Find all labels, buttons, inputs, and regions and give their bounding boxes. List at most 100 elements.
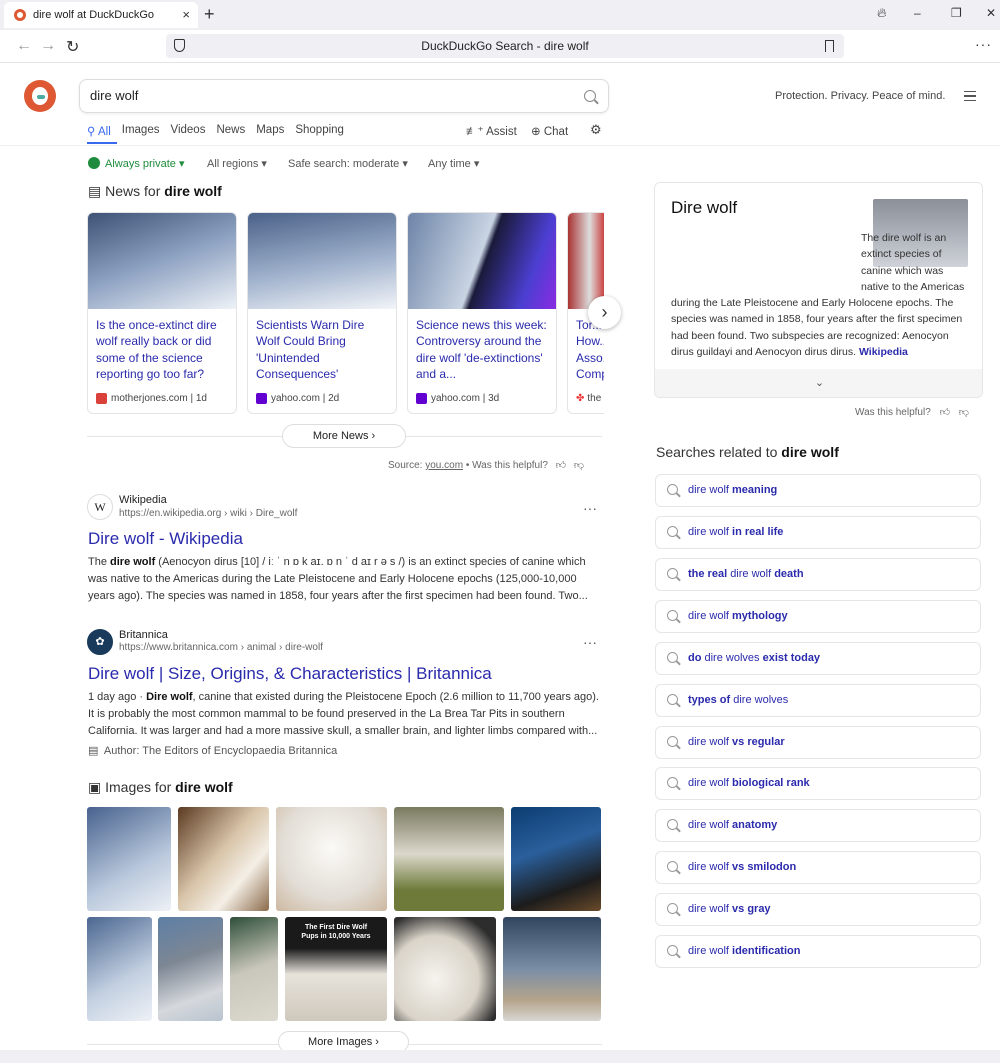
news-title[interactable]: Is the once-extinct dire wolf really bac… <box>88 309 236 382</box>
close-window-button[interactable]: ✕ <box>986 6 996 20</box>
tab-images[interactable]: Images <box>122 124 160 138</box>
news-card[interactable]: Is the once-extinct dire wolf really bac… <box>87 212 237 414</box>
new-tab-button[interactable]: + <box>204 4 215 25</box>
image-thumbnail[interactable] <box>87 807 171 911</box>
wikipedia-icon: W <box>87 494 113 520</box>
hamburger-menu-icon[interactable] <box>964 91 976 101</box>
related-search-item[interactable]: dire wolf biological rank <box>655 767 981 800</box>
settings-gear-icon[interactable]: ⚙ <box>590 122 602 138</box>
related-search-item[interactable]: dire wolf vs smilodon <box>655 851 981 884</box>
always-private-filter[interactable]: Always private ▾ <box>88 157 185 170</box>
yahoo-icon <box>416 393 427 404</box>
newspaper-icon: ▤ <box>88 183 106 199</box>
related-search-item[interactable]: dire wolf in real life <box>655 516 981 549</box>
address-bar[interactable]: DuckDuckGo Search - dire wolf <box>166 34 844 58</box>
search-small-icon: ⚲ <box>87 126 98 138</box>
news-source-note: Source: you.com • Was this helpful? 👍︎ 👎… <box>388 460 585 471</box>
fire-icon[interactable]: 🔥︎ <box>877 5 887 21</box>
window-bottom-edge <box>0 1050 1000 1063</box>
source-link[interactable]: you.com <box>425 460 463 471</box>
image-thumbnail[interactable] <box>87 917 152 1021</box>
related-searches-heading: Searches related to dire wolf <box>656 444 839 460</box>
check-circle-icon <box>88 157 100 169</box>
thumbs-up-icon[interactable]: 👍︎ <box>940 407 950 418</box>
image-thumbnail[interactable]: The First Dire Wolf Pups in 10,000 Years <box>285 917 387 1021</box>
related-search-item[interactable]: the real dire wolf death <box>655 558 981 591</box>
result-site[interactable]: Britannica <box>119 629 168 641</box>
image-thumbnail[interactable] <box>503 917 601 1021</box>
related-search-item[interactable]: dire wolf meaning <box>655 474 981 507</box>
search-input[interactable]: dire wolf <box>79 79 609 113</box>
reload-icon[interactable]: ↻ <box>66 37 79 57</box>
tab-all[interactable]: ⚲ All <box>87 124 111 138</box>
more-news-button[interactable]: More News › <box>282 424 406 448</box>
duckduckgo-favicon-icon <box>14 9 26 21</box>
browser-tab-bar: dire wolf at DuckDuckGo × + 🔥︎ – ❐ ✕ <box>0 0 1000 30</box>
region-filter[interactable]: All regions ▾ <box>207 157 267 170</box>
related-search-item[interactable]: dire wolf vs gray <box>655 893 981 926</box>
forward-arrow-icon[interactable]: → <box>40 37 56 55</box>
result-snippet: 1 day ago · Dire wolf, canine that exist… <box>88 691 599 737</box>
thumbs-up-icon[interactable]: 👍︎ <box>556 460 566 471</box>
thumbs-down-icon[interactable]: 👎︎ <box>574 460 584 471</box>
result-title[interactable]: Dire wolf | Size, Origins, & Characteris… <box>88 664 492 684</box>
news-card[interactable]: Science news this week: Controversy arou… <box>407 212 557 414</box>
maximize-button[interactable]: ❐ <box>951 6 962 20</box>
result-url[interactable]: https://en.wikipedia.org › wiki › Dire_w… <box>119 508 297 519</box>
news-next-button[interactable]: › <box>588 296 621 329</box>
bookmark-icon[interactable] <box>825 40 834 52</box>
result-title[interactable]: Dire wolf - Wikipedia <box>88 529 243 549</box>
knowledge-title: Dire wolf <box>671 198 738 217</box>
search-icon <box>667 736 678 747</box>
result-snippet: The dire wolf (Aenocyon dirus [10] / iː … <box>88 556 588 602</box>
news-image <box>248 213 396 309</box>
close-tab-icon[interactable]: × <box>182 7 190 22</box>
related-search-item[interactable]: types of dire wolves <box>655 684 981 717</box>
wikipedia-link[interactable]: Wikipedia <box>859 346 908 358</box>
chat-button[interactable]: ⊕ Chat <box>531 124 568 138</box>
more-options-icon[interactable]: ··· <box>583 634 597 650</box>
search-icon[interactable] <box>584 90 596 102</box>
more-options-icon[interactable]: ··· <box>583 500 597 516</box>
browser-tab[interactable]: dire wolf at DuckDuckGo × <box>4 2 198 28</box>
image-thumbnail[interactable] <box>178 807 269 911</box>
related-search-item[interactable]: dire wolf identification <box>655 935 981 968</box>
search-icon <box>667 568 678 579</box>
news-title[interactable]: Scientists Warn Dire Wolf Could Bring 'U… <box>248 309 396 382</box>
thumbs-down-icon[interactable]: 👎︎ <box>959 407 969 418</box>
image-thumbnail[interactable] <box>158 917 223 1021</box>
result-site[interactable]: Wikipedia <box>119 494 167 506</box>
result-url[interactable]: https://www.britannica.com › animal › di… <box>119 642 323 653</box>
related-search-item[interactable]: dire wolf vs regular <box>655 726 981 759</box>
image-thumbnail[interactable] <box>230 917 278 1021</box>
chevron-right-icon: › <box>601 302 608 322</box>
news-title[interactable]: Science news this week: Controversy arou… <box>408 309 556 382</box>
knowledge-panel: Dire wolf The dire wolf is an extinct sp… <box>654 182 983 398</box>
result-author: ▤ Author: The Editors of Encyclopaedia B… <box>88 745 338 757</box>
duckduckgo-logo[interactable] <box>24 80 56 112</box>
shield-icon[interactable] <box>174 39 185 52</box>
browser-menu-button[interactable]: ··· <box>975 36 992 52</box>
related-search-item[interactable]: dire wolf anatomy <box>655 809 981 842</box>
search-icon <box>667 903 678 914</box>
related-search-item[interactable]: do dire wolves exist today <box>655 642 981 675</box>
assist-button[interactable]: ≢⁺ Assist <box>466 124 517 138</box>
safe-search-filter[interactable]: Safe search: moderate ▾ <box>288 157 408 170</box>
image-icon: ▣ <box>88 779 106 795</box>
image-thumbnail[interactable] <box>394 807 504 911</box>
images-heading: ▣ Images for dire wolf <box>88 779 233 795</box>
image-thumbnail[interactable] <box>511 807 601 911</box>
tab-shopping[interactable]: Shopping <box>295 124 344 138</box>
tab-videos[interactable]: Videos <box>170 124 205 138</box>
back-arrow-icon[interactable]: ← <box>16 37 32 55</box>
expand-panel-button[interactable]: ⌄ <box>655 369 982 397</box>
image-thumbnail[interactable] <box>276 807 387 911</box>
assist-icon: ≢⁺ <box>466 126 487 138</box>
related-search-item[interactable]: dire wolf mythology <box>655 600 981 633</box>
news-card[interactable]: Scientists Warn Dire Wolf Could Bring 'U… <box>247 212 397 414</box>
image-thumbnail[interactable] <box>394 917 496 1021</box>
tab-maps[interactable]: Maps <box>256 124 284 138</box>
time-filter[interactable]: Any time ▾ <box>428 157 479 170</box>
minimize-button[interactable]: – <box>914 6 921 20</box>
tab-news[interactable]: News <box>216 124 245 138</box>
